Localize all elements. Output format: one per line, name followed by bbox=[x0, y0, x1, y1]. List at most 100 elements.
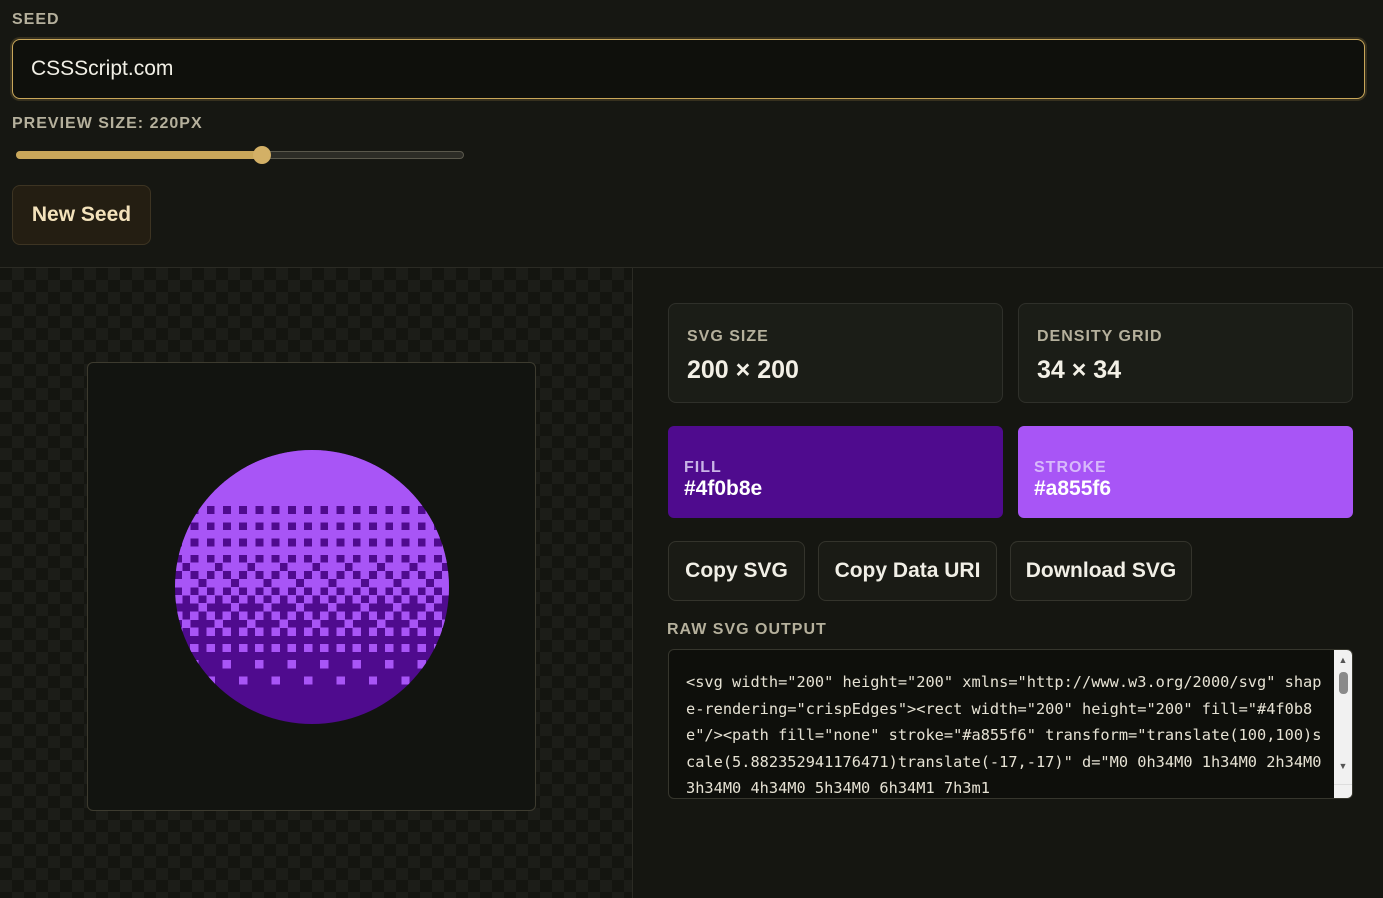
orb-cell bbox=[344, 450, 353, 458]
orb-cell bbox=[401, 497, 410, 507]
orb-cell bbox=[368, 457, 378, 466]
seed-input[interactable] bbox=[12, 39, 1365, 99]
orb-cell bbox=[328, 513, 337, 523]
orb-cell bbox=[190, 457, 199, 466]
scrollbar-thumb[interactable] bbox=[1339, 672, 1348, 694]
orb-cell bbox=[401, 489, 410, 499]
orb-cell bbox=[385, 627, 394, 637]
orb-cell bbox=[336, 513, 345, 523]
copy-svg-button[interactable]: Copy SVG bbox=[668, 541, 805, 601]
orb-cell bbox=[409, 530, 418, 539]
orb-cell bbox=[190, 489, 199, 499]
orb-cell bbox=[198, 465, 207, 474]
orb-cell bbox=[441, 450, 449, 458]
orb-cell bbox=[417, 450, 426, 458]
orb-cell bbox=[303, 513, 313, 523]
orb-cell bbox=[344, 489, 353, 499]
orb-cell bbox=[279, 513, 288, 523]
orb-cell bbox=[433, 481, 443, 490]
orb-cell bbox=[255, 660, 264, 669]
stroke-label: STROKE bbox=[1034, 459, 1107, 476]
scroll-down-icon[interactable]: ▼ bbox=[1334, 758, 1352, 774]
orb-cell bbox=[376, 554, 386, 563]
orb-cell bbox=[247, 450, 256, 458]
orb-cell bbox=[230, 562, 240, 572]
preview-size-slider[interactable] bbox=[16, 146, 464, 164]
slider-thumb[interactable] bbox=[253, 146, 272, 164]
orb-cell bbox=[238, 465, 248, 474]
orb-cell bbox=[320, 578, 329, 588]
orb-cell bbox=[182, 450, 191, 458]
orb-cell bbox=[352, 546, 362, 555]
orb-cell bbox=[320, 450, 329, 458]
orb-cell bbox=[303, 497, 313, 507]
scroll-up-icon[interactable]: ▲ bbox=[1334, 652, 1352, 668]
orb-cell bbox=[352, 627, 362, 637]
orb-cell bbox=[312, 465, 321, 474]
new-seed-button[interactable]: New Seed bbox=[12, 185, 151, 245]
code-scrollbar[interactable]: ▲ ▼ bbox=[1334, 650, 1352, 798]
orb-cell bbox=[376, 465, 386, 474]
orb-cell bbox=[368, 497, 378, 507]
orb-cell bbox=[279, 546, 288, 555]
orb-cell bbox=[295, 481, 305, 490]
copy-data-uri-button[interactable]: Copy Data URI bbox=[818, 541, 997, 601]
orb-cell bbox=[182, 530, 191, 539]
orb-cell bbox=[328, 546, 337, 555]
orb-cell bbox=[303, 457, 313, 466]
orb-cell bbox=[222, 562, 232, 572]
raw-svg-output-textarea[interactable]: <svg width="200" height="200" xmlns="htt… bbox=[668, 649, 1353, 799]
orb-cell bbox=[344, 570, 353, 580]
orb-cell bbox=[417, 578, 426, 588]
orb-cell bbox=[295, 538, 305, 547]
download-svg-button[interactable]: Download SVG bbox=[1010, 541, 1192, 601]
orb-cell bbox=[255, 530, 264, 539]
orb-cell bbox=[360, 530, 370, 539]
orb-cell bbox=[393, 513, 402, 523]
orb-cell bbox=[214, 473, 224, 482]
orb-cell bbox=[352, 465, 362, 474]
orb-cell bbox=[238, 627, 248, 637]
orb-cell bbox=[409, 505, 418, 515]
orb-cell bbox=[263, 473, 272, 482]
orb-cell bbox=[238, 611, 248, 620]
orb-cell bbox=[303, 450, 313, 458]
orb-cell bbox=[255, 627, 264, 637]
orb-cell bbox=[222, 611, 232, 620]
orb-cell bbox=[441, 546, 449, 555]
stroke-color-swatch: STROKE #a855f6 bbox=[1018, 426, 1353, 518]
svg-size-label: SVG SIZE bbox=[687, 328, 769, 345]
orb-cell bbox=[255, 578, 264, 588]
orb-cell bbox=[368, 473, 378, 482]
orb-cell bbox=[271, 627, 280, 637]
orb-cell bbox=[230, 513, 240, 523]
orb-cell bbox=[222, 465, 232, 474]
orb-cell bbox=[279, 554, 288, 563]
orb-cell bbox=[271, 643, 280, 653]
orb-cell bbox=[198, 457, 207, 466]
orb-cell bbox=[401, 546, 410, 555]
resize-handle-icon[interactable] bbox=[1334, 784, 1352, 798]
orb-cell bbox=[433, 530, 443, 539]
orb-cell bbox=[409, 450, 418, 458]
orb-cell bbox=[271, 465, 280, 474]
raw-svg-code[interactable]: <svg width="200" height="200" xmlns="htt… bbox=[686, 669, 1326, 798]
orb-cell bbox=[352, 450, 362, 458]
orb-cell bbox=[441, 587, 449, 596]
orb-cell bbox=[279, 619, 288, 628]
orb-cell bbox=[352, 611, 362, 620]
orb-cell bbox=[336, 497, 345, 507]
orb-cell bbox=[263, 489, 272, 499]
orb-cell bbox=[238, 481, 248, 490]
orb-cell bbox=[222, 660, 232, 669]
orb-cell bbox=[255, 546, 264, 555]
orb-cell bbox=[303, 465, 313, 474]
orb-cell bbox=[263, 530, 272, 539]
orb-cell bbox=[312, 505, 321, 515]
orb-cell bbox=[247, 489, 256, 499]
orb-cell bbox=[206, 578, 215, 588]
orb-cell bbox=[385, 473, 394, 482]
orb-cell bbox=[312, 570, 321, 580]
orb-cell bbox=[312, 619, 321, 628]
orb-cell bbox=[441, 530, 449, 539]
